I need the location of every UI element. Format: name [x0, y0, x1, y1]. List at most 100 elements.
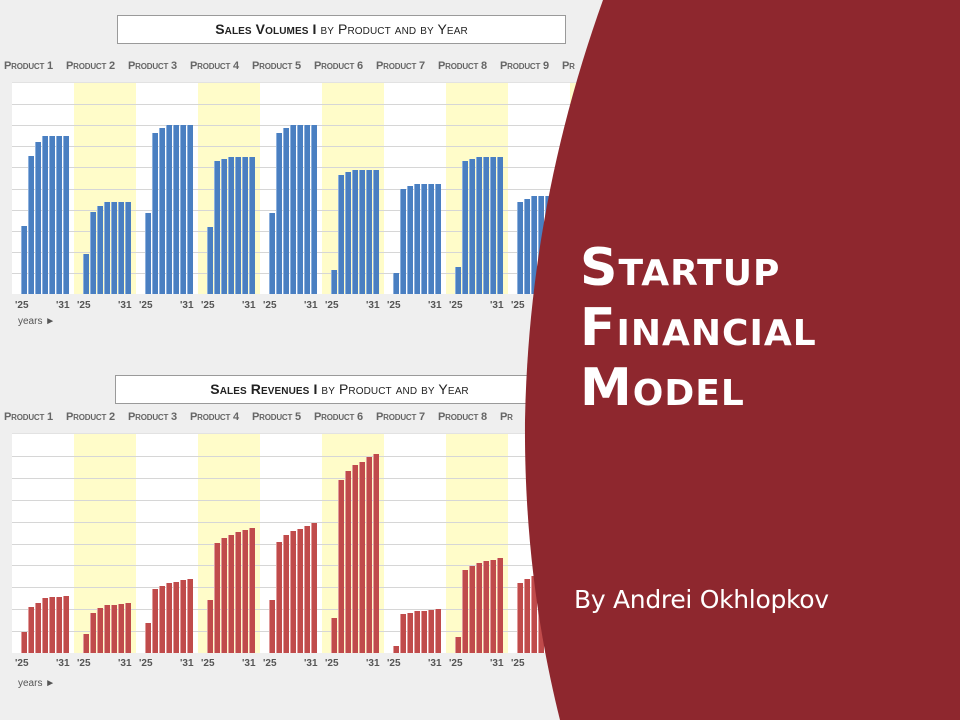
bar-product-6-27	[344, 471, 352, 653]
tick-label-last: '31	[304, 300, 318, 311]
bar-product-7-26	[399, 614, 407, 653]
bar-product-3-29	[172, 582, 180, 653]
bar-product-7-30	[427, 609, 435, 653]
product-label: Product 1	[4, 411, 53, 423]
chart-title-strong: Sales Volumes I	[215, 21, 317, 37]
tick-label-last: '31	[56, 300, 70, 311]
tick-label-last: '31	[118, 300, 132, 311]
gridline	[12, 456, 612, 457]
bar-product-8-25	[454, 636, 462, 653]
tick-label-first: '25	[77, 658, 91, 669]
tick-label-first: '25	[15, 658, 29, 669]
bar-product-2-28	[103, 605, 111, 653]
product-label: Product 7	[376, 60, 425, 72]
bar-product-6-31	[372, 170, 380, 294]
bar-product-2-26	[89, 212, 97, 294]
gridline	[12, 500, 612, 501]
bar-product-9-29	[544, 574, 552, 653]
bar-product-2-27	[96, 206, 104, 294]
tick-label-last: '31	[242, 300, 256, 311]
bar-product-5-28	[289, 531, 297, 653]
bar-product-1-25	[20, 631, 28, 653]
tick-label-last: '31	[490, 300, 504, 311]
bar-product-8-31	[496, 558, 504, 653]
bar-product-9-27	[530, 576, 538, 653]
bar-product-4-29	[234, 156, 242, 294]
bar-product-5-26	[275, 133, 283, 294]
tick-label-first: '25	[449, 300, 463, 311]
bar-product-6-25	[330, 269, 338, 294]
bar-product-2-31	[124, 201, 132, 294]
tick-label-last: '31	[180, 300, 194, 311]
bar-product-7-29	[420, 610, 428, 653]
bar-product-7-31	[434, 183, 442, 294]
product-label: Product 7	[376, 411, 425, 423]
bar-product-5-27	[282, 127, 290, 294]
tick-label-first: '25	[325, 658, 339, 669]
tick-label-first: '25	[15, 300, 29, 311]
bar-product-4-31	[248, 527, 256, 653]
bar-product-1-31	[62, 595, 70, 653]
product-label: Pr	[562, 60, 575, 72]
bar-product-5-30	[303, 125, 311, 294]
tick-label-last: '31	[366, 300, 380, 311]
bar-product-9-31	[558, 571, 566, 653]
tick-label-last: '31	[490, 658, 504, 669]
bar-product-5-31	[310, 523, 318, 653]
product-label: Product 2	[66, 60, 115, 72]
bar-product-4-28	[227, 156, 235, 294]
bar-product-4-31	[248, 156, 256, 294]
bar-product-9-30	[551, 196, 559, 294]
slide-title: Startup Financial Model	[580, 238, 817, 418]
bar-product-4-29	[234, 532, 242, 653]
bar-product-2-27	[96, 608, 104, 653]
bar-product-8-27	[468, 159, 476, 294]
bar-product-7-28	[413, 610, 421, 653]
bar-product-1-30	[55, 596, 63, 653]
bar-product-7-31	[434, 609, 442, 653]
tick-label-last: '31	[366, 658, 380, 669]
bar-product-1-25	[20, 226, 28, 294]
bar-product-5-30	[303, 525, 311, 653]
bar-product-9-26	[523, 199, 531, 294]
bar-product-4-26	[213, 542, 221, 653]
tick-label-first: '25	[201, 300, 215, 311]
bar-product-8-27	[468, 566, 476, 653]
bar-product-2-30	[117, 201, 125, 294]
bar-product-1-27	[34, 602, 42, 653]
bar-product-7-26	[399, 188, 407, 294]
bar-product-7-28	[413, 183, 421, 294]
bar-product-1-28	[41, 598, 49, 653]
bar-product-3-27	[158, 127, 166, 294]
bar-product-6-28	[351, 464, 359, 653]
product-label: Product 4	[190, 411, 239, 423]
tick-label-first: '25	[387, 300, 401, 311]
bar-product-3-26	[151, 589, 159, 653]
bar-product-6-28	[351, 170, 359, 294]
bar-product-2-29	[110, 604, 118, 653]
x-axis-label: years ►	[18, 678, 56, 689]
bar-product-6-26	[337, 174, 345, 294]
product-label: Product 6	[314, 411, 363, 423]
bar-product-2-25	[82, 634, 90, 653]
product-label: Product 5	[252, 60, 301, 72]
bar-product-3-30	[179, 580, 187, 653]
bar-product-7-30	[427, 183, 435, 294]
product-label: Product 3	[128, 411, 177, 423]
bar-product-6-30	[365, 170, 373, 294]
bar-product-4-27	[220, 538, 228, 653]
bar-product-7-25	[392, 645, 400, 653]
bar-product-3-31	[186, 579, 194, 653]
bar-product-8-29	[482, 156, 490, 294]
product-label: Product 5	[252, 411, 301, 423]
bar-product-4-27	[220, 158, 228, 294]
bar-product-6-27	[344, 171, 352, 294]
tick-label-first: '25	[201, 658, 215, 669]
tick-label-last: '31	[56, 658, 70, 669]
bar-product-9-28	[537, 196, 545, 294]
bar-product-2-28	[103, 201, 111, 294]
product-label: Product 9	[500, 60, 549, 72]
chart-title-rest: by Product and by Year	[317, 381, 469, 397]
bar-product-4-25	[206, 599, 214, 653]
bar-product-5-26	[275, 541, 283, 653]
